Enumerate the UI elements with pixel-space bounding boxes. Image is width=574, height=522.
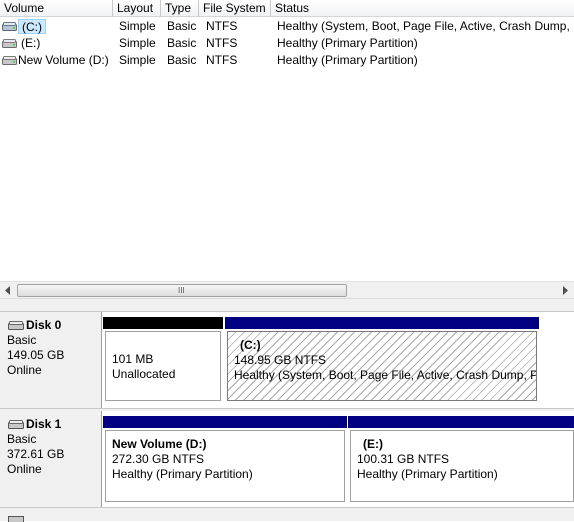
pane-splitter[interactable] [0, 298, 574, 312]
volume-status: Healthy (Primary Partition) [277, 36, 418, 50]
partition-c[interactable]: (C:) 148.95 GB NTFS Healthy (System, Boo… [225, 317, 539, 403]
scroll-right-button[interactable] [557, 283, 573, 298]
scroll-left-button[interactable] [0, 283, 16, 298]
volume-name[interactable]: New Volume (D:) [15, 53, 112, 68]
partition-size: 100.31 GB NTFS [357, 452, 450, 466]
cdrom-icon [8, 516, 24, 522]
volume-name[interactable]: (E:) [18, 36, 43, 51]
volume-file-system: NTFS [206, 36, 238, 50]
volume-list-header: Volume Layout Type File System Status [0, 0, 574, 17]
partition-title: New Volume (D:) [112, 437, 207, 451]
scrollbar-thumb[interactable]: III [17, 284, 347, 297]
partition-detail: Healthy (Primary Partition) [112, 467, 253, 481]
disk-icon [8, 321, 24, 330]
volume-row[interactable]: (C:) Simple Basic NTFS Healthy (System, … [0, 18, 574, 35]
disk-state: Online [7, 363, 42, 377]
partition-title: (C:) [240, 338, 261, 352]
disk-type: Basic [7, 432, 37, 446]
scrollbar-grip: III [178, 286, 185, 295]
partition-bar [225, 317, 539, 329]
disk-row: Disk 1 Basic 372.61 GB Online New Volume… [0, 411, 574, 507]
partition-detail: Unallocated [112, 367, 176, 381]
partition-detail: Healthy (Primary Partition) [357, 467, 498, 481]
partition-size: 272.30 GB NTFS [112, 452, 205, 466]
partition-d[interactable]: New Volume (D:) 272.30 GB NTFS Healthy (… [103, 416, 347, 504]
disk-row: Disk 0 Basic 149.05 GB Online 101 MB Una… [0, 312, 574, 408]
partition-size: 101 MB [112, 352, 154, 366]
disk-label[interactable]: Disk 1 Basic 372.61 GB Online [0, 411, 102, 507]
column-header-file-system[interactable]: File System [199, 0, 271, 17]
disk-size: 149.05 GB [7, 348, 65, 362]
column-header-status[interactable]: Status [271, 0, 574, 17]
disk-separator [0, 507, 574, 522]
partition-bar [103, 317, 223, 329]
disk-map-pane: Disk 0 Basic 149.05 GB Online 101 MB Una… [0, 312, 574, 522]
drive-icon [2, 22, 17, 31]
disk-label[interactable]: Disk 0 Basic 149.05 GB Online [0, 312, 102, 408]
partition-body: 101 MB Unallocated [105, 331, 221, 401]
volume-type: Basic [167, 36, 197, 50]
horizontal-scrollbar[interactable]: III [0, 281, 574, 298]
disk-name: Disk 0 [26, 318, 62, 332]
volume-layout: Simple [119, 19, 156, 33]
volume-row[interactable]: New Volume (D:) Simple Basic NTFS Health… [0, 52, 574, 69]
volume-layout: Simple [119, 53, 156, 67]
disk-type: Basic [7, 333, 37, 347]
volume-row[interactable]: (E:) Simple Basic NTFS Healthy (Primary … [0, 35, 574, 52]
partition-detail: Healthy (System, Boot, Page File, Active… [234, 368, 537, 382]
disk-state: Online [7, 462, 42, 476]
volume-file-system: NTFS [206, 19, 238, 33]
drive-icon [2, 39, 17, 48]
disk-icon [8, 420, 24, 429]
volume-type: Basic [167, 53, 197, 67]
partition-body: (E:) 100.31 GB NTFS Healthy (Primary Par… [350, 430, 574, 502]
volume-status: Healthy (Primary Partition) [277, 53, 418, 67]
volume-list-pane: Volume Layout Type File System Status (C… [0, 0, 574, 298]
partition-body: New Volume (D:) 272.30 GB NTFS Healthy (… [105, 430, 345, 502]
volume-name[interactable]: (C:) [18, 19, 46, 34]
volume-layout: Simple [119, 36, 156, 50]
arrow-left-icon [5, 286, 10, 295]
partition-size: 148.95 GB NTFS [234, 353, 327, 367]
column-header-volume[interactable]: Volume [0, 0, 113, 17]
partition-title: (E:) [363, 437, 383, 451]
volume-status: Healthy (System, Boot, Page File, Active… [277, 19, 574, 33]
partition-bar [103, 416, 347, 428]
partition-unallocated[interactable]: 101 MB Unallocated [103, 317, 223, 403]
column-header-type[interactable]: Type [161, 0, 199, 17]
partition-body: (C:) 148.95 GB NTFS Healthy (System, Boo… [227, 331, 537, 401]
volume-file-system: NTFS [206, 53, 238, 67]
disk-name: Disk 1 [26, 417, 62, 431]
volume-type: Basic [167, 19, 197, 33]
arrow-right-icon [563, 286, 568, 295]
partition-e[interactable]: (E:) 100.31 GB NTFS Healthy (Primary Par… [348, 416, 574, 504]
disk-size: 372.61 GB [7, 447, 65, 461]
partition-bar [348, 416, 574, 428]
column-header-layout[interactable]: Layout [113, 0, 161, 17]
